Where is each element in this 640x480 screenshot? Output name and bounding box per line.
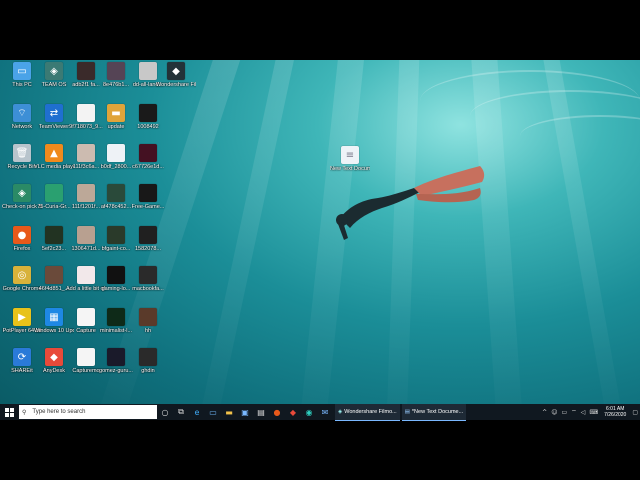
taskbar-app-notepad[interactable]: ▤ *New Text Docume... — [401, 403, 467, 421]
desktop-icon[interactable]: macbookfa... — [128, 266, 168, 292]
system-tray: ^ ☺ ▭ ⌔ ◁ ⌨ 6:01 AM 7/26/2020 ▢ — [540, 404, 640, 420]
anydesk-taskbar-icon[interactable]: ◆ — [285, 404, 301, 420]
image-thumbnail — [77, 226, 95, 244]
monitor-icon: ▭ — [13, 62, 31, 80]
image-thumbnail — [139, 62, 157, 80]
store-icon[interactable]: ▭ — [205, 404, 221, 420]
taskbar-clock[interactable]: 6:01 AM 7/26/2020 — [604, 406, 626, 418]
network-icon[interactable]: ⌔ — [571, 408, 577, 416]
recycle-bin-icon: 🗑 — [13, 144, 31, 162]
taskbar-app-label: *New Text Docume... — [411, 408, 464, 415]
desktop-icon[interactable]: Free-Game... — [128, 184, 168, 210]
edge-icon[interactable]: e — [189, 404, 205, 420]
desktop-icon-label: New Text Document — [330, 166, 370, 172]
image-thumbnail — [77, 308, 95, 326]
desktop-icon[interactable]: ≡ New Text Document — [330, 146, 370, 172]
filmora-taskbar-icon: ◈ — [338, 408, 343, 415]
image-thumbnail — [107, 184, 125, 202]
chevron-up-icon[interactable]: ^ — [542, 409, 547, 416]
image-thumbnail — [107, 266, 125, 284]
image-thumbnail — [107, 348, 125, 366]
image-thumbnail — [77, 144, 95, 162]
notification-icon[interactable]: ▢ — [632, 409, 638, 416]
image-thumbnail — [139, 348, 157, 366]
image-thumbnail — [139, 104, 157, 122]
taskbar-search-box[interactable]: ⚲ Type here to search — [19, 405, 157, 419]
image-thumbnail — [139, 266, 157, 284]
image-thumbnail — [77, 184, 95, 202]
image-thumbnail — [139, 184, 157, 202]
desktop-icon[interactable]: ghdin — [128, 348, 168, 374]
mail-icon[interactable]: ✉ — [317, 404, 333, 420]
volume-icon[interactable]: ◁ — [581, 409, 586, 416]
photos-icon[interactable]: ▣ — [237, 404, 253, 420]
desktop-icon-label: 1008492 — [137, 124, 159, 130]
desktop-icon-label: 1582078... — [135, 246, 161, 252]
image-thumbnail — [77, 348, 95, 366]
file-explorer-icon[interactable]: ▬ — [221, 404, 237, 420]
app-icon: ◈ — [45, 62, 63, 80]
image-thumbnail — [139, 308, 157, 326]
document-icon — [77, 104, 95, 122]
folder-icon: ▬ — [107, 104, 125, 122]
taskbar: ⚲ Type here to search ○ ⧉ e ▭ ▬ ▣ ▤ ● ◆ … — [0, 403, 640, 421]
desktop-icon-label: Free-Game... — [131, 204, 165, 210]
image-thumbnail — [139, 144, 157, 162]
search-icon: ⚲ — [22, 408, 27, 416]
people-icon[interactable]: ☺ — [551, 409, 557, 416]
image-thumbnail — [77, 62, 95, 80]
windows-icon: ▦ — [45, 308, 63, 326]
network-icon: ⌔ — [13, 104, 31, 122]
image-thumbnail — [45, 226, 63, 244]
bag-icon[interactable]: ▤ — [253, 404, 269, 420]
notepad-taskbar-icon: ▤ — [404, 408, 410, 415]
battery-icon[interactable]: ▭ — [561, 409, 567, 416]
desktop-icon[interactable]: 1582078... — [128, 226, 168, 252]
desktop-icon[interactable]: ◆ Wondershare Filmora9 — [156, 62, 196, 88]
potplayer-icon: ▶ — [13, 308, 31, 326]
taskbar-app-label: Wondershare Filmo... — [344, 408, 397, 415]
desktop-icon-label: hh — [144, 328, 152, 334]
desktop-icon-label: c67726e1d... — [132, 164, 164, 170]
desktop-icon[interactable]: hh — [128, 308, 168, 334]
cortana-icon[interactable]: ○ — [157, 404, 173, 420]
teamviewer-icon: ⇄ — [45, 104, 63, 122]
desktop-icon-label: ghdin — [141, 368, 155, 374]
taskbar-app-filmora[interactable]: ◈ Wondershare Filmo... — [335, 403, 400, 421]
image-thumbnail — [107, 308, 125, 326]
start-button[interactable] — [0, 404, 18, 420]
clock-date: 7/26/2020 — [604, 412, 627, 418]
image-thumbnail — [107, 62, 125, 80]
filmora-icon: ◆ — [167, 62, 185, 80]
screen-recorder-icon[interactable]: ◉ — [301, 404, 317, 420]
image-thumbnail — [107, 144, 125, 162]
search-placeholder: Type here to search — [32, 409, 86, 415]
language-icon[interactable]: ⌨ — [589, 409, 598, 416]
text-document-icon: ≡ — [341, 146, 359, 164]
image-thumbnail — [107, 226, 125, 244]
desktop-icon-label: macbookfa... — [132, 286, 164, 292]
document-icon — [77, 266, 95, 284]
image-thumbnail — [45, 266, 63, 284]
desktop-icon[interactable]: 1008492 — [128, 104, 168, 130]
chrome-icon: ◎ — [13, 266, 31, 284]
firefox-icon[interactable]: ● — [269, 404, 285, 420]
firefox-icon: ● — [13, 226, 31, 244]
image-thumbnail — [139, 226, 157, 244]
windows-logo-icon — [4, 407, 14, 417]
desktop-icon-label: Wondershare Filmora9 — [156, 82, 196, 88]
task-view-icon[interactable]: ⧉ — [173, 404, 189, 420]
image-thumbnail — [45, 184, 63, 202]
desktop: ▭ This PC ◈ TEAM OS adb2f1 fa... 8e476b1... dd… — [0, 60, 640, 420]
app-icon: ◈ — [13, 184, 31, 202]
vlc-icon: ▲ — [45, 144, 63, 162]
anydesk-icon: ◆ — [45, 348, 63, 366]
desktop-icon[interactable]: c67726e1d... — [128, 144, 168, 170]
shareit-icon: ⟳ — [13, 348, 31, 366]
